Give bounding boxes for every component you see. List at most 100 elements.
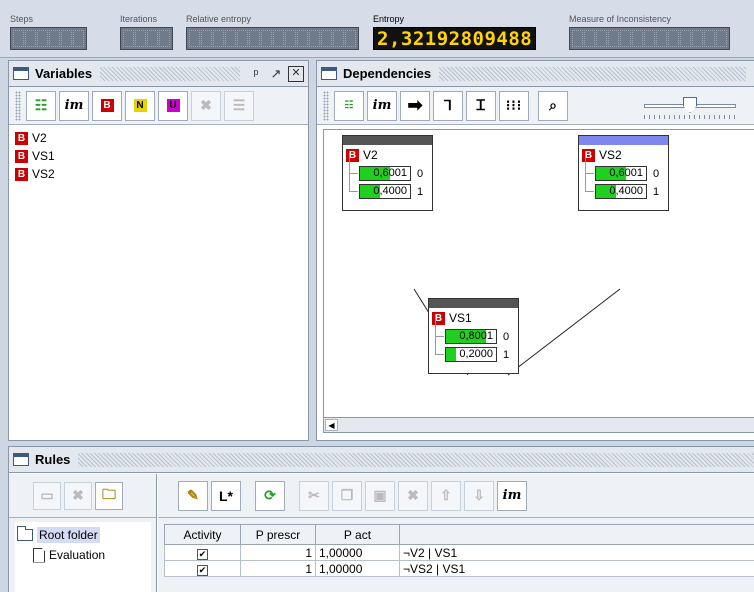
boolean-variable-icon: B [100,99,114,112]
add-user-type-button[interactable]: U [158,90,188,121]
move-down-button[interactable]: ⇩ [464,480,494,511]
steps-display [10,27,87,50]
rule-cell[interactable]: ¬VS2 | VS1 [399,560,754,577]
node-vs1[interactable]: B VS1 0,8001 0 0,2000 1 [428,298,519,374]
new-folder-button[interactable]: ▭ [33,481,61,510]
state-value: 1 [503,348,510,361]
state-value: 0 [503,330,510,343]
list-add-icon: ☷ [34,97,48,113]
boolean-icon: B [15,131,28,145]
column-header-p-prescr[interactable]: P prescr [240,524,316,545]
im-button[interactable]: im [497,480,527,511]
rules-panel: Rules ▭ ✖ 🗀 Root folder Evaluation ✎ L* … [8,446,754,592]
state-value: 1 [653,185,660,198]
im-icon: im [502,488,522,503]
pencil-icon: ✎ [187,487,199,503]
layout-tree-button[interactable]: ⅂ [433,90,463,121]
refresh-button[interactable]: ⟳ [255,480,285,511]
maximize-icon[interactable]: ↗ [268,66,284,82]
column-header-activity[interactable]: Activity [164,524,241,545]
add-numeric-button[interactable]: N [125,90,155,121]
table-row[interactable]: ✔ 1 1,00000 ¬VS2 | VS1 [164,560,754,577]
im-button[interactable]: im [59,90,89,121]
variables-panel: Variables ᵖ ↗ ✕ ☷ im B N U ✖ ☰ B V2 B VS… [8,60,309,441]
close-icon[interactable]: ✕ [288,65,304,82]
cut-button[interactable]: ✂ [299,480,329,511]
node-header [343,136,432,145]
inconsistency-display [569,27,730,50]
tree-item-root-folder[interactable]: Root folder [17,525,149,545]
rules-table: Activity P prescr P act ✔ 1 1,00000 ¬V2 … [164,524,754,577]
node-v2[interactable]: B V2 0,6001 0 0,4000 1 [342,135,433,211]
relative-entropy-label: Relative entropy [186,14,252,24]
column-header-rule[interactable] [399,524,754,545]
add-boolean-button[interactable]: B [92,90,122,121]
tree-item-evaluation[interactable]: Evaluation [17,545,149,565]
open-folder-button[interactable]: 🗀 [95,481,123,510]
copy-button[interactable]: ❐ [332,480,362,511]
entropy-display: 2,32192809488 [373,27,537,50]
node-header [579,136,668,145]
add-variable-button[interactable]: ☷ [26,90,56,121]
entropy-label: Entropy [373,14,405,24]
delete-folder-button[interactable]: ✖ [64,481,92,510]
p-prescr-cell[interactable]: 1 [240,560,316,577]
status-bar: Steps Iterations Relative entropy Entrop… [0,0,754,58]
list-item[interactable]: B VS1 [15,147,302,165]
numeric-variable-icon: N [133,99,147,112]
rules-titlebar[interactable]: Rules [9,447,754,473]
tree-item-label: Evaluation [49,548,106,562]
new-rule-icon: L* [219,487,233,504]
folder-add-icon: ▭ [40,487,54,503]
dependencies-titlebar[interactable]: Dependencies [317,61,754,87]
grid-dots-icon: ⁝⁝⁝ [505,97,523,113]
variables-titlebar[interactable]: Variables ᵖ ↗ ✕ [9,61,308,87]
delete-icon: ✖ [72,487,84,503]
zoom-slider[interactable] [640,97,740,121]
horizontal-scrollbar[interactable]: ◀ [323,417,754,433]
variables-toolbar: ☷ im B N U ✖ ☰ [9,87,308,125]
p-act-cell: 1,00000 [315,544,400,561]
variable-list-button[interactable]: ☷ [334,90,364,121]
list-item[interactable]: B VS2 [15,165,302,183]
column-header-p-act[interactable]: P act [315,524,400,545]
p-prescr-cell[interactable]: 1 [240,544,316,561]
scroll-left-icon[interactable]: ◀ [325,419,338,431]
im-button[interactable]: im [367,90,397,121]
dependency-graph[interactable]: B V2 0,6001 0 0,4000 1 B VS2 0,6001 0 0,4000 1… [323,129,754,419]
activity-checkbox[interactable]: ✔ [197,564,208,576]
grid-button[interactable]: ⁝⁝⁝ [499,90,529,121]
arrow-button[interactable]: ➡ [400,90,430,121]
arrow-up-icon: ⇧ [440,487,452,503]
move-up-button[interactable]: ⇧ [431,480,461,511]
zoom-slider-thumb[interactable] [683,97,697,113]
probability-bar: 0,2000 [445,347,497,362]
user-variable-icon: U [166,99,180,112]
iterations-label: Iterations [120,14,158,24]
find-button[interactable]: ⌕ [538,90,568,121]
copy-icon: ❐ [340,487,354,503]
delete-icon: ✖ [200,97,212,113]
delete-rule-button[interactable]: ✖ [398,480,428,511]
activity-checkbox[interactable]: ✔ [197,548,208,560]
im-icon: im [64,98,84,113]
layout-numbered-button[interactable]: Ꮖ [466,90,496,121]
minimize-icon[interactable]: ᵖ [248,66,264,82]
variable-properties-button[interactable]: ☰ [224,90,254,121]
node-vs2[interactable]: B VS2 0,6001 0 0,4000 1 [578,135,669,211]
dependencies-panel: Dependencies ☷ im ➡ ⅂ Ꮖ ⁝⁝⁝ ⌕ B V2 0,6001… [316,60,754,441]
edit-rule-button[interactable]: ✎ [178,480,208,511]
list-item[interactable]: B V2 [15,129,302,147]
rules-folder-pane: ▭ ✖ 🗀 Root folder Evaluation [9,474,157,592]
delete-variable-button[interactable]: ✖ [191,90,221,121]
paste-button[interactable]: ▣ [365,480,395,511]
list-icon: ☷ [344,100,354,111]
rule-cell[interactable]: ¬V2 | VS1 [399,544,754,561]
paste-icon: ▣ [373,487,387,503]
document-icon [33,547,45,563]
variable-list: B V2 B VS1 B VS2 [9,125,308,187]
table-row[interactable]: ✔ 1 1,00000 ¬V2 | VS1 [164,544,754,561]
new-rule-button[interactable]: L* [211,480,241,511]
window-icon [13,453,29,466]
rules-tree: Root folder Evaluation [15,522,151,592]
